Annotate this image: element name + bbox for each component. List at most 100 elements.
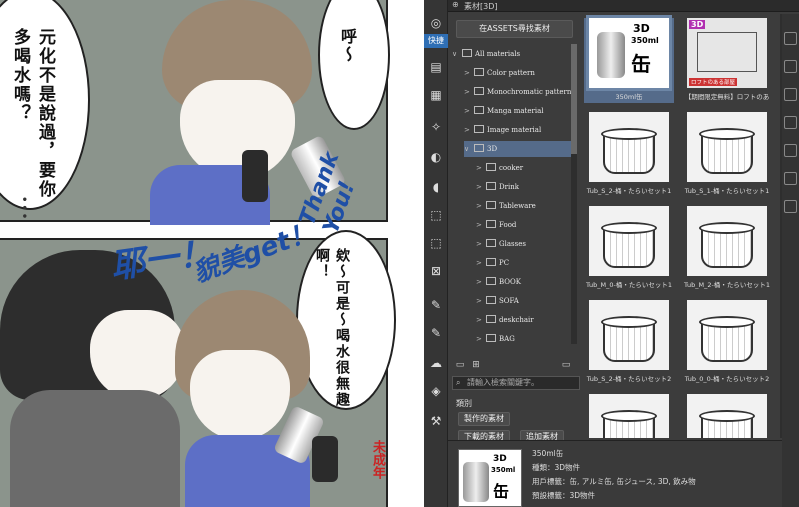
paste-icon[interactable] bbox=[784, 88, 797, 101]
tub-rim bbox=[601, 410, 657, 422]
tag-created-materials[interactable]: 製作的素材 bbox=[458, 412, 510, 426]
selection-icon[interactable]: ⬚ bbox=[427, 206, 445, 224]
navigator-icon[interactable]: ▦ bbox=[427, 86, 445, 104]
info-icon[interactable] bbox=[784, 200, 797, 213]
tree-item[interactable]: > Image material bbox=[464, 122, 575, 138]
material-thumbnail[interactable] bbox=[682, 394, 772, 438]
tree-item[interactable]: > BAG bbox=[476, 331, 575, 347]
tree-item[interactable]: > Manga material bbox=[464, 103, 575, 119]
detail-thumbnail: 3D 350ml 缶 bbox=[458, 449, 522, 507]
material-thumbnail[interactable]: Tub_M_0-桶・たらいセット1 bbox=[584, 206, 674, 289]
wrench-icon[interactable]: ⚒ bbox=[427, 412, 445, 430]
tree-item[interactable]: > Monochromatic pattern bbox=[464, 84, 575, 100]
tree-item-label: BAG bbox=[499, 335, 515, 343]
tub-rim bbox=[699, 222, 755, 234]
material-thumbnail[interactable]: Tub_S_2-桶・たらいセット1 bbox=[584, 112, 674, 195]
folder-icon bbox=[462, 49, 472, 57]
quick-access-tab[interactable]: 快捷 bbox=[424, 34, 448, 48]
tree-item-label: 3D bbox=[487, 145, 498, 153]
character-dark-body bbox=[10, 390, 180, 507]
tree-item-label: BOOK bbox=[499, 278, 521, 286]
manga-canvas[interactable]: 元化不是說過，要你多喝水嗎？ ••• 呼～ 欸～可是～喝水很無趣啊！ 耶一！ 貌… bbox=[0, 0, 424, 507]
tub-drawing bbox=[701, 322, 753, 362]
can-label-3d: 3D bbox=[493, 454, 507, 464]
chevron-icon[interactable]: > bbox=[476, 255, 486, 271]
magic-wand-icon[interactable]: ✧ bbox=[427, 118, 445, 136]
folder-icon bbox=[474, 144, 484, 152]
tree-item[interactable]: > Drink bbox=[476, 179, 575, 195]
tree-item-label: cooker bbox=[499, 164, 524, 172]
transform-icon[interactable]: ⊠ bbox=[427, 262, 445, 280]
thumbnail-image bbox=[589, 206, 669, 276]
property-icon[interactable] bbox=[784, 144, 797, 157]
material-thumbnail[interactable]: Tub_M_2-桶・たらいセット1 bbox=[682, 206, 772, 289]
layer-icon[interactable]: ▤ bbox=[427, 58, 445, 76]
folder-icon bbox=[474, 125, 484, 133]
pencil-icon[interactable]: ✎ bbox=[427, 324, 445, 342]
tree-item[interactable]: ∨ 3D bbox=[464, 141, 575, 157]
chevron-icon[interactable]: > bbox=[464, 65, 474, 81]
material-thumbnail[interactable]: 3D ロフトのある部屋 【期間限定無料】ロフトのあ bbox=[682, 18, 772, 101]
calendar-icon[interactable] bbox=[784, 172, 797, 185]
tree-item[interactable]: > SOFA bbox=[476, 293, 575, 309]
chevron-icon[interactable]: > bbox=[464, 84, 474, 100]
panel-header: ⊕ 素材[3D] bbox=[448, 0, 799, 12]
pen-icon[interactable]: ✎ bbox=[427, 296, 445, 314]
eyedropper-icon[interactable]: ◐ bbox=[427, 148, 445, 166]
tree-item[interactable]: > Food bbox=[476, 217, 575, 233]
chevron-icon[interactable]: > bbox=[476, 217, 486, 233]
tree-item-label: Color pattern bbox=[487, 69, 535, 77]
new-folder-icon[interactable]: ▭ bbox=[454, 360, 466, 372]
phone-2 bbox=[312, 436, 338, 482]
sub-tool-icon[interactable]: ◎ bbox=[427, 14, 445, 32]
tub-rim bbox=[699, 410, 755, 422]
chevron-icon[interactable]: > bbox=[476, 236, 486, 252]
add-material-icon[interactable]: ⊞ bbox=[470, 360, 482, 372]
tag-icon[interactable] bbox=[784, 116, 797, 129]
can-icon bbox=[597, 32, 625, 78]
fill-icon[interactable]: ◈ bbox=[427, 382, 445, 400]
chevron-icon[interactable]: > bbox=[476, 274, 486, 290]
view-list-icon[interactable] bbox=[784, 32, 797, 45]
tree-item[interactable]: > Color pattern bbox=[464, 65, 575, 81]
chevron-icon[interactable]: > bbox=[464, 103, 474, 119]
tree-item[interactable]: > PC bbox=[476, 255, 575, 271]
material-thumbnail[interactable]: Tub_S_2-桶・たらいセット2 bbox=[584, 300, 674, 383]
manga-panel-bottom: 欸～可是～喝水很無趣啊！ bbox=[0, 230, 396, 507]
folder-icon bbox=[474, 68, 484, 76]
tree-item[interactable]: > cooker bbox=[476, 160, 575, 176]
tree-scrollbar-thumb[interactable] bbox=[571, 44, 577, 154]
tree-item[interactable]: > Glasses bbox=[476, 236, 575, 252]
chevron-icon[interactable]: > bbox=[464, 122, 474, 138]
search-input[interactable]: ⌕ 請輸入檢索關鍵字。 bbox=[452, 376, 580, 390]
tree-item[interactable]: ∨ All materials bbox=[452, 46, 575, 62]
airbrush-icon[interactable]: ☁ bbox=[427, 354, 445, 372]
chevron-icon[interactable]: ∨ bbox=[464, 141, 474, 157]
chevron-icon[interactable]: > bbox=[476, 198, 486, 214]
material-thumbnail[interactable]: Tub_S_1-桶・たらいセット1 bbox=[682, 112, 772, 195]
material-thumbnail[interactable] bbox=[584, 394, 674, 438]
chevron-icon[interactable]: > bbox=[476, 179, 486, 195]
tree-item[interactable]: > BOOK bbox=[476, 274, 575, 290]
tree-item[interactable]: > Tableware bbox=[476, 198, 575, 214]
delete-icon[interactable]: ▭ bbox=[560, 360, 572, 372]
thumbnail-caption: Tub_S_1-桶・たらいセット1 bbox=[684, 187, 770, 195]
chevron-icon[interactable]: ∨ bbox=[452, 46, 462, 62]
loft-badge: 3D bbox=[689, 20, 706, 29]
tree-scrollbar[interactable] bbox=[571, 44, 577, 344]
search-assets-button[interactable]: 在ASSETS尋找素材 bbox=[456, 20, 573, 38]
material-thumbnail[interactable]: Tub_0_0-桶・たらいセット2 bbox=[682, 300, 772, 383]
thumbnail-image bbox=[687, 394, 767, 438]
tree-item[interactable]: > deskchair bbox=[476, 312, 575, 328]
chevron-icon[interactable]: > bbox=[476, 331, 486, 347]
material-grid: 3D 350ml 缶 350ml缶 3D ロフトのある部屋 【期間限定無料】ロフトのあ Tub… bbox=[584, 14, 780, 438]
view-thumb-icon[interactable] bbox=[784, 60, 797, 73]
chevron-icon[interactable]: > bbox=[476, 312, 486, 328]
lasso-icon[interactable]: ⬚ bbox=[427, 234, 445, 252]
chevron-icon[interactable]: > bbox=[476, 293, 486, 309]
material-thumbnail[interactable]: 3D 350ml 缶 350ml缶 bbox=[584, 15, 674, 103]
detail-text: 350ml缶 種類：3D物件 用戶標籤：缶, アルミ缶, 缶ジュース, 3D, … bbox=[532, 447, 696, 503]
brush-icon[interactable]: ◖ bbox=[427, 178, 445, 196]
chevron-icon[interactable]: > bbox=[476, 160, 486, 176]
detail-type: 種類：3D物件 bbox=[532, 463, 581, 472]
